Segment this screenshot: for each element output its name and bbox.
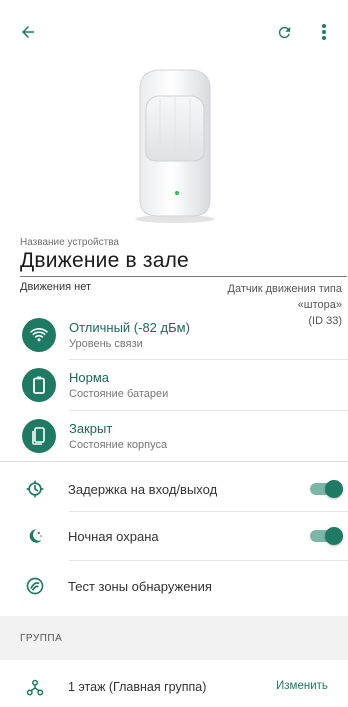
night-guard-toggle[interactable] [310, 527, 343, 545]
signal-status-subtitle: Уровень связи [69, 338, 143, 350]
night-guard-row[interactable]: Ночная охрана [0, 514, 348, 558]
toggle-thumb [325, 480, 343, 498]
device-type-line: Датчик движения типа [227, 283, 342, 295]
night-guard-label: Ночная охрана [68, 529, 159, 544]
moon-icon [24, 525, 46, 547]
group-header-label: ГРУППА [20, 633, 63, 644]
battery-status-circle [22, 368, 56, 402]
refresh-icon [278, 26, 290, 38]
zone-test-icon [24, 575, 46, 597]
battery-status-title: Норма [69, 370, 110, 385]
device-name-label: Название устройства [20, 237, 119, 248]
signal-status-title: Отличный (-82 дБм) [69, 320, 190, 335]
zone-test-label: Тест зоны обнаружения [68, 579, 212, 594]
more-options-button[interactable] [312, 18, 336, 46]
change-group-button[interactable]: Изменить [276, 680, 328, 692]
back-button[interactable] [14, 18, 42, 46]
entry-delay-row[interactable]: Задержка на вход/выход [0, 467, 348, 511]
motion-status: Движения нет [20, 281, 92, 293]
device-image [120, 60, 230, 225]
case-status-row: Закрыт Состояние корпуса [0, 411, 348, 461]
zone-test-row[interactable]: Тест зоны обнаружения [0, 564, 348, 608]
battery-status-subtitle: Состояние батареи [69, 388, 169, 400]
refresh-button[interactable] [270, 18, 298, 46]
signal-status-row: Отличный (-82 дБм) Уровень связи [0, 310, 348, 360]
case-status-circle [22, 419, 56, 453]
row-divider [69, 511, 348, 512]
entry-delay-label: Задержка на вход/выход [68, 482, 218, 497]
case-status-subtitle: Состояние корпуса [69, 439, 168, 451]
battery-status-row: Норма Состояние батареи [0, 360, 348, 410]
section-divider [0, 461, 348, 462]
case-status-title: Закрыт [69, 421, 113, 436]
led-indicator [175, 191, 179, 195]
arrow-left-icon [22, 26, 34, 38]
tamper-case-icon [32, 427, 45, 445]
row-divider [69, 560, 348, 561]
wifi-icon [30, 328, 48, 342]
battery-icon [33, 376, 45, 394]
toggle-thumb [325, 527, 343, 545]
delay-timer-icon [24, 478, 46, 500]
device-name-underline [20, 276, 347, 277]
group-hierarchy-icon [24, 677, 46, 699]
more-vertical-icon [322, 24, 326, 40]
top-app-bar [0, 0, 348, 60]
group-name: 1 этаж (Главная группа) [68, 680, 207, 694]
signal-status-circle [22, 318, 56, 352]
entry-delay-toggle[interactable] [310, 480, 343, 498]
device-name-field[interactable]: Движение в зале [20, 249, 189, 273]
